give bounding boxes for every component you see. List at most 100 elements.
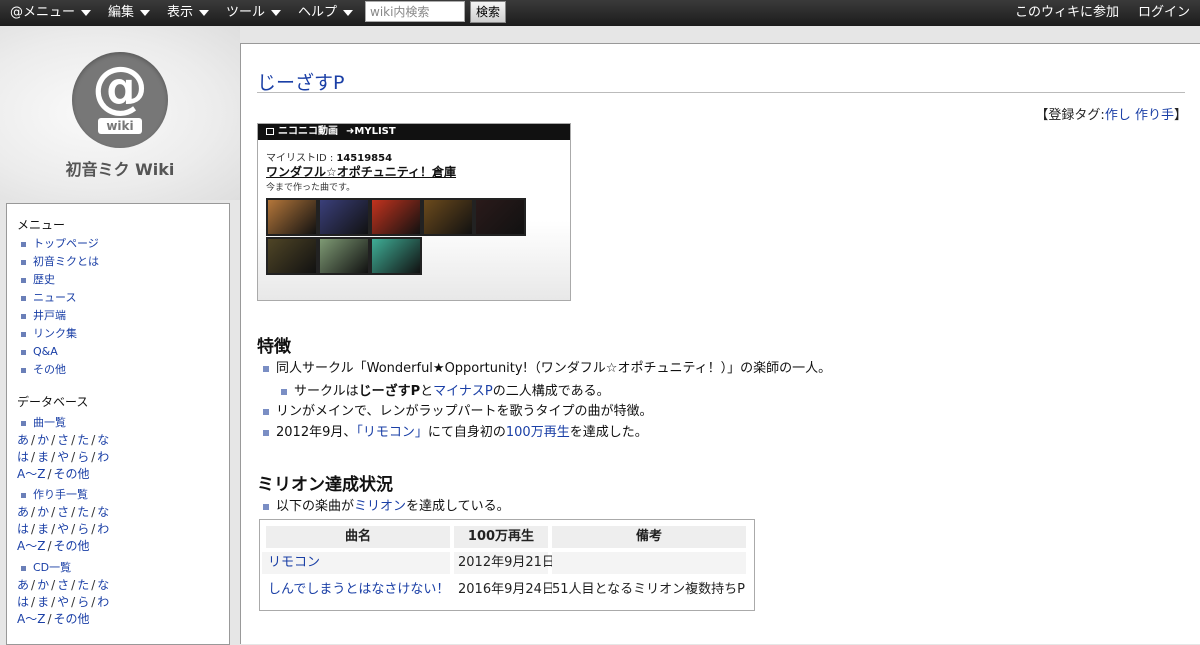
kana-link[interactable]: ま <box>37 522 49 536</box>
kana-link[interactable]: は <box>17 522 29 536</box>
kana-link[interactable]: な <box>97 578 109 592</box>
kana-link[interactable]: な <box>97 505 109 519</box>
sidebar-item-creators[interactable]: 作り手一覧 <box>21 488 88 502</box>
video-thumbnail[interactable] <box>318 198 370 236</box>
kana-link[interactable]: その他 <box>53 612 89 626</box>
table-cell-note: 51人目となるミリオン複数持ちP <box>552 579 752 601</box>
kana-link[interactable]: ら <box>77 522 89 536</box>
kana-link[interactable]: あ <box>17 578 29 592</box>
kana-link[interactable]: さ <box>57 433 69 447</box>
video-thumbnail[interactable] <box>266 198 318 236</box>
remocon-link[interactable]: 「リモコン」 <box>356 425 428 440</box>
kana-link[interactable]: か <box>37 505 49 519</box>
square-bullet-icon <box>21 313 26 319</box>
login-link[interactable]: ログイン <box>1138 0 1190 26</box>
sidebar-item-label: トップページ <box>33 237 99 250</box>
square-bullet-icon <box>21 492 26 498</box>
menu-atwiki[interactable]: @メニュー <box>10 0 92 26</box>
square-bullet-icon <box>21 565 26 571</box>
list-item: 同人サークル「Wonderful★Opportunity!（ワンダフル☆オポチュ… <box>263 361 831 377</box>
sidebar-item-songs[interactable]: 曲一覧 <box>21 416 66 430</box>
kana-link[interactable]: ら <box>77 595 89 609</box>
menu-edit[interactable]: 編集 <box>108 0 151 26</box>
sidebar-item-forum[interactable]: 井戸端 <box>21 309 66 323</box>
kana-link[interactable]: あ <box>17 433 29 447</box>
mylist-name-link[interactable]: ワンダフル☆オポチュニティ！倉庫 <box>266 163 456 180</box>
kana-link[interactable]: ま <box>37 450 49 464</box>
kana-link[interactable]: や <box>57 450 69 464</box>
list-item: サークルはじーざすPとマイナスPの二人構成である。 <box>281 384 610 400</box>
kana-index-row: は / ま / や / ら / わ <box>17 522 110 536</box>
kana-link[interactable]: た <box>77 505 89 519</box>
table-cell-date: 2012年9月21日 <box>454 552 555 574</box>
kana-index-row: A～Z / その他 <box>17 539 90 553</box>
kana-link[interactable]: ま <box>37 595 49 609</box>
kana-link[interactable]: わ <box>97 450 109 464</box>
atwiki-logo[interactable]: @ wiki <box>72 52 168 148</box>
kana-link[interactable]: その他 <box>53 467 89 481</box>
video-thumbnail[interactable] <box>266 237 318 275</box>
sidebar-item-links[interactable]: リンク集 <box>21 327 77 341</box>
kana-link[interactable]: や <box>57 522 69 536</box>
kana-link[interactable]: A～Z <box>17 612 45 626</box>
wiki-search-input[interactable] <box>365 1 465 22</box>
kana-link[interactable]: さ <box>57 578 69 592</box>
kana-link[interactable]: わ <box>97 522 109 536</box>
list-item: 以下の楽曲がミリオンを達成している。 <box>263 499 510 515</box>
kana-link[interactable]: ら <box>77 450 89 464</box>
menu-view[interactable]: 表示 <box>167 0 210 26</box>
minus-p-link[interactable]: マイナスP <box>433 384 493 399</box>
kana-link[interactable]: は <box>17 595 29 609</box>
square-bullet-icon <box>263 365 269 372</box>
million-views-link[interactable]: 100万再生 <box>506 425 570 440</box>
tag-link[interactable]: 作し <box>1105 108 1131 123</box>
video-thumbnail[interactable] <box>370 237 422 275</box>
kana-link[interactable]: A～Z <box>17 539 45 553</box>
kana-link[interactable]: か <box>37 433 49 447</box>
kana-link[interactable]: や <box>57 595 69 609</box>
video-thumbnail[interactable] <box>370 198 422 236</box>
sidebar-item-top[interactable]: トップページ <box>21 237 99 251</box>
kana-link[interactable]: た <box>77 433 89 447</box>
kana-link[interactable]: は <box>17 450 29 464</box>
title-divider <box>257 92 1185 93</box>
square-bullet-icon <box>21 367 26 373</box>
sidebar-item-other[interactable]: その他 <box>21 363 66 377</box>
kana-link[interactable]: A～Z <box>17 467 45 481</box>
table-cell-song: しんでしまうとはなさけない！ <box>262 579 450 601</box>
tag-link[interactable]: 作り手 <box>1135 108 1174 123</box>
sidebar-item-qa[interactable]: Q&A <box>21 345 58 359</box>
kana-link[interactable]: な <box>97 433 109 447</box>
menu-help[interactable]: ヘルプ <box>298 0 354 26</box>
kana-link[interactable]: さ <box>57 505 69 519</box>
video-thumbnail[interactable] <box>474 198 526 236</box>
site-title[interactable]: 初音ミク Wiki <box>0 156 240 180</box>
list-item: 2012年9月、「リモコン」にて自身初の100万再生を達成した。 <box>263 425 648 441</box>
sidebar-item-label: 初音ミクとは <box>33 255 99 268</box>
sidebar-item-history[interactable]: 歴史 <box>21 273 55 287</box>
join-wiki-link[interactable]: このウィキに参加 <box>1015 0 1119 26</box>
mylist-header: ニコニコ動画 ➜MYLIST <box>258 124 570 140</box>
square-bullet-icon <box>21 241 26 247</box>
kana-link[interactable]: か <box>37 578 49 592</box>
kana-link[interactable]: わ <box>97 595 109 609</box>
sidebar-item-about[interactable]: 初音ミクとは <box>21 255 99 269</box>
menu-tools[interactable]: ツール <box>226 0 282 26</box>
section-heading-million: ミリオン達成状況 <box>257 475 393 495</box>
million-link[interactable]: ミリオン <box>354 499 406 514</box>
kana-link[interactable]: あ <box>17 505 29 519</box>
list-item: リンがメインで、レンがラップパートを歌うタイプの曲が特徴。 <box>263 404 652 420</box>
logo-at-mark: @ <box>92 55 148 120</box>
niconico-mylist-widget[interactable]: ニコニコ動画 ➜MYLIST マイリストID : 14519854 ワンダフル☆… <box>257 123 571 301</box>
kana-link[interactable]: た <box>77 578 89 592</box>
sidebar-item-cds[interactable]: CD一覧 <box>21 561 71 575</box>
video-thumbnail[interactable] <box>318 237 370 275</box>
song-link[interactable]: リモコン <box>268 555 320 570</box>
sidebar-item-news[interactable]: ニュース <box>21 291 76 305</box>
kana-link[interactable]: その他 <box>53 539 89 553</box>
table-cell-date: 2016年9月24日 <box>454 579 555 601</box>
search-button[interactable]: 検索 <box>470 1 506 23</box>
tags-suffix: 】 <box>1173 108 1187 123</box>
song-link[interactable]: しんでしまうとはなさけない！ <box>268 582 449 597</box>
video-thumbnail[interactable] <box>422 198 474 236</box>
